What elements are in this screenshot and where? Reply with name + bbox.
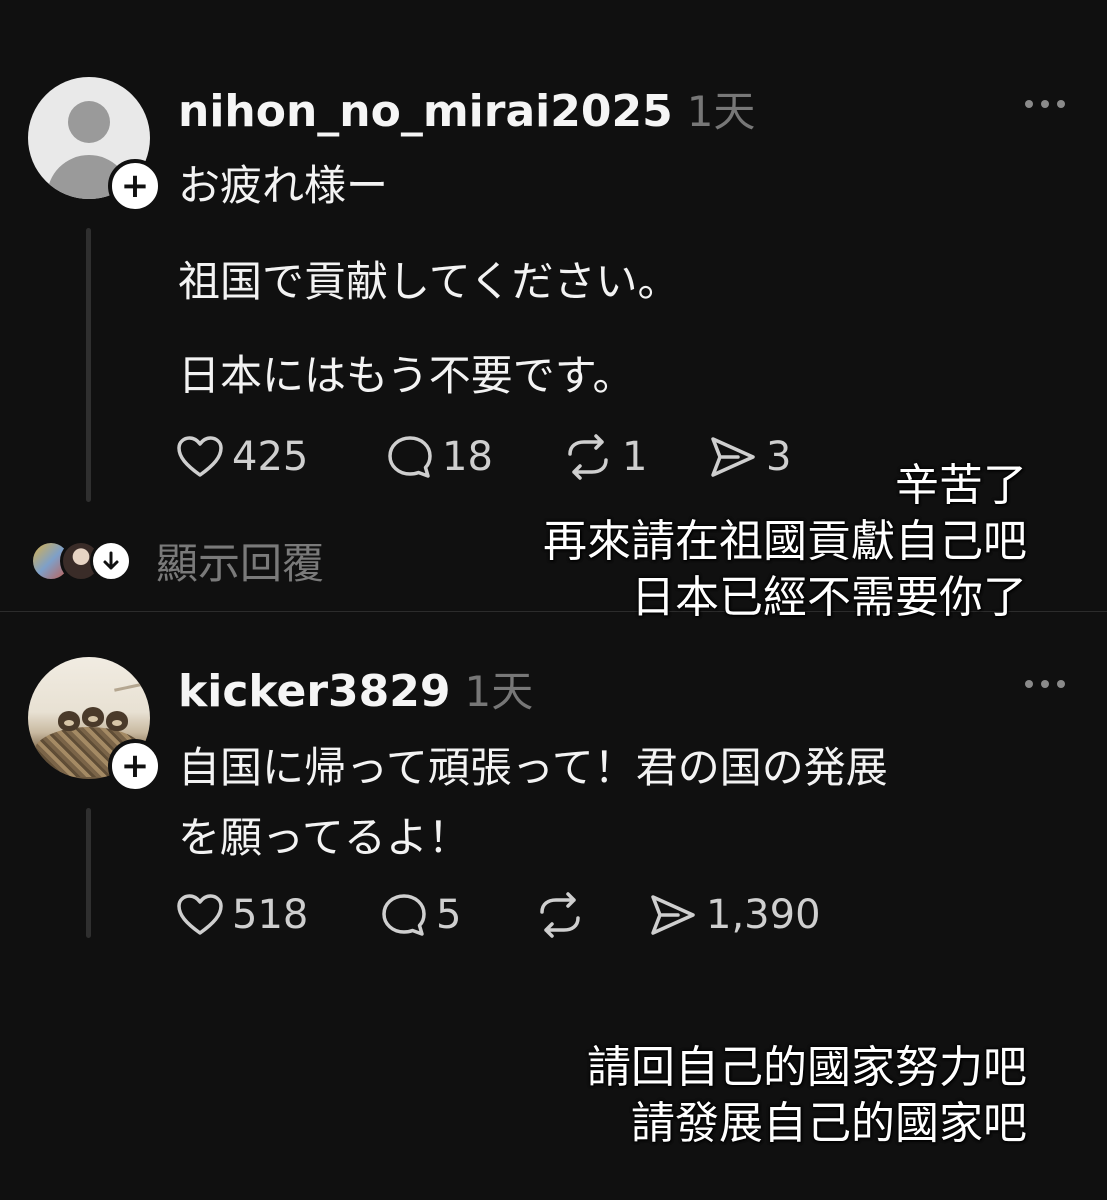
post-header: kicker3829 1天 <box>178 658 533 719</box>
overlay-line: 請回自己的國家努力吧 <box>587 1042 1027 1093</box>
more-dots-icon <box>1057 100 1065 108</box>
thread-line <box>86 808 91 938</box>
more-options-button[interactable] <box>1025 100 1065 108</box>
share-button[interactable]: 1,390 <box>648 892 821 938</box>
post-text-line: を願ってるよ！ <box>178 813 470 862</box>
post-header: nihon_no_mirai2025 1天 <box>178 78 755 139</box>
comment-button[interactable]: 5 <box>380 892 534 938</box>
default-avatar-head <box>68 101 110 143</box>
overlay-line: 辛苦了 <box>895 460 1027 511</box>
more-dots-icon <box>1041 680 1049 688</box>
show-replies-link[interactable]: 顯示回覆 <box>156 530 324 591</box>
comment-button[interactable]: 18 <box>386 434 562 480</box>
plus-icon: + <box>120 746 150 786</box>
follow-button[interactable]: + <box>108 159 162 213</box>
translation-overlay: 辛苦了 再來請在祖國貢獻自己吧 日本已經不需要你了 <box>543 458 1027 626</box>
avatar-photo-detail <box>58 711 80 731</box>
overlay-line: 再來請在祖國貢獻自己吧 <box>543 516 1027 567</box>
username[interactable]: kicker3829 <box>178 666 451 717</box>
overlay-line: 請發展自己的國家吧 <box>631 1098 1027 1149</box>
post-time: 1天 <box>686 87 756 136</box>
thread-line <box>86 228 91 502</box>
post-text-line: お疲れ様ー <box>178 161 389 210</box>
post-text-line: 祖国で貢献してください。 <box>178 257 680 306</box>
post-text-line: 自国に帰って頑張って！君の国の発展 <box>178 743 888 792</box>
more-dots-icon <box>1025 100 1033 108</box>
share-count: 1,390 <box>706 892 821 938</box>
repost-icon <box>540 892 580 938</box>
more-dots-icon <box>1057 680 1065 688</box>
avatar-photo-detail <box>82 707 104 727</box>
more-dots-icon <box>1041 100 1049 108</box>
like-button[interactable]: 425 <box>176 434 386 480</box>
like-button[interactable]: 518 <box>176 892 380 938</box>
follow-button[interactable]: + <box>108 739 162 793</box>
comment-count: 5 <box>436 892 462 938</box>
repost-button[interactable] <box>534 892 648 938</box>
plus-icon: + <box>120 166 150 206</box>
avatar-photo-detail <box>106 711 128 731</box>
heart-icon <box>177 436 223 477</box>
avatar-photo-detail <box>114 681 150 692</box>
avatar-container[interactable]: + <box>28 77 162 213</box>
send-icon <box>651 895 695 935</box>
translation-overlay: 請回自己的國家努力吧 請發展自己的國家吧 <box>587 1040 1027 1152</box>
comment-bubble-icon <box>382 894 426 936</box>
overlay-line: 日本已經不需要你了 <box>631 572 1027 623</box>
post-text-line: 日本にはもう不要です。 <box>178 351 635 400</box>
more-dots-icon <box>1025 680 1033 688</box>
heart-icon <box>177 894 223 935</box>
more-options-button[interactable] <box>1025 680 1065 688</box>
post-actions: 518 5 1,390 <box>176 892 821 938</box>
avatar-container[interactable]: + <box>28 657 162 793</box>
like-count: 425 <box>232 434 309 480</box>
post-time: 1天 <box>464 667 534 716</box>
show-replies-row[interactable]: 顯示回覆 <box>30 530 324 591</box>
comment-bubble-icon <box>388 436 432 478</box>
username[interactable]: nihon_no_mirai2025 <box>178 86 673 137</box>
like-count: 518 <box>232 892 309 938</box>
arrow-down-icon <box>90 539 132 582</box>
comment-count: 18 <box>442 434 493 480</box>
